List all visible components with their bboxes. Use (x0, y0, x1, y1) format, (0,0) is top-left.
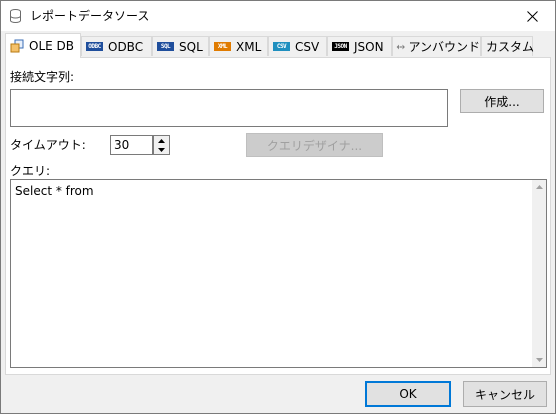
spin-up-button[interactable] (154, 136, 169, 145)
tab-label: アンバウンド (408, 40, 480, 54)
tab-label: OLE DB (29, 39, 74, 53)
create-button[interactable]: 作成... (460, 89, 544, 113)
query-scrollbar[interactable] (532, 180, 546, 367)
arrow-up-icon (158, 138, 165, 143)
close-button[interactable] (509, 1, 555, 31)
tab-label: CSV (295, 39, 320, 54)
window-title: レポートデータソース (30, 9, 150, 23)
tab-unbound[interactable]: アンバウンド (392, 36, 481, 56)
sql-icon: SQL (157, 42, 174, 51)
spin-down-button[interactable] (154, 145, 169, 154)
connection-string-field[interactable] (10, 89, 448, 127)
tab-custom[interactable]: カスタム (481, 36, 535, 56)
odbc-icon: ODBC (86, 42, 103, 51)
title-bar: レポートデータソース (1, 1, 555, 31)
scroll-down-button[interactable] (532, 353, 546, 367)
ole-db-icon (10, 39, 24, 53)
tab-json[interactable]: JSON JSON (327, 36, 392, 56)
scroll-up-button[interactable] (532, 180, 546, 194)
timeout-spinner[interactable] (153, 135, 170, 155)
tab-odbc[interactable]: ODBC ODBC (81, 36, 152, 56)
json-icon: JSON (332, 42, 349, 51)
tab-xml[interactable]: XML XML (209, 36, 268, 56)
unbound-icon (396, 44, 405, 49)
tab-label: XML (236, 39, 262, 54)
query-label: クエリ: (10, 164, 51, 178)
query-text: Select * from (15, 184, 94, 198)
tab-sql[interactable]: SQL SQL (152, 36, 209, 56)
report-data-source-dialog: レポートデータソース OLE DB ODBC ODBC SQL SQL XML … (0, 0, 556, 414)
tab-ole-db[interactable]: OLE DB (5, 33, 81, 58)
cancel-button[interactable]: キャンセル (463, 381, 547, 407)
database-icon (10, 9, 21, 23)
connection-string-label: 接続文字列: (10, 70, 75, 84)
tab-csv[interactable]: CSV CSV (268, 36, 327, 56)
xml-icon: XML (214, 42, 231, 51)
tab-label: SQL (179, 39, 203, 54)
tab-strip: OLE DB ODBC ODBC SQL SQL XML XML CSV CSV… (5, 33, 553, 58)
arrow-down-icon (535, 358, 543, 362)
timeout-label: タイムアウト: (10, 138, 86, 152)
ole-db-panel: 接続文字列: 作成... タイムアウト: 30 クエリデザイナ... クエリ: … (5, 57, 551, 375)
arrow-down-icon (158, 147, 165, 152)
csv-icon: CSV (273, 42, 290, 51)
arrow-up-icon (535, 185, 543, 189)
tab-label: ODBC (108, 39, 144, 54)
tab-label: JSON (354, 39, 384, 54)
query-designer-button[interactable]: クエリデザイナ... (246, 133, 383, 157)
tab-label: カスタム (486, 40, 535, 54)
close-icon (526, 10, 538, 22)
ok-button[interactable]: OK (365, 381, 451, 407)
query-textarea[interactable]: Select * from (10, 179, 547, 368)
timeout-input[interactable]: 30 (110, 135, 153, 155)
